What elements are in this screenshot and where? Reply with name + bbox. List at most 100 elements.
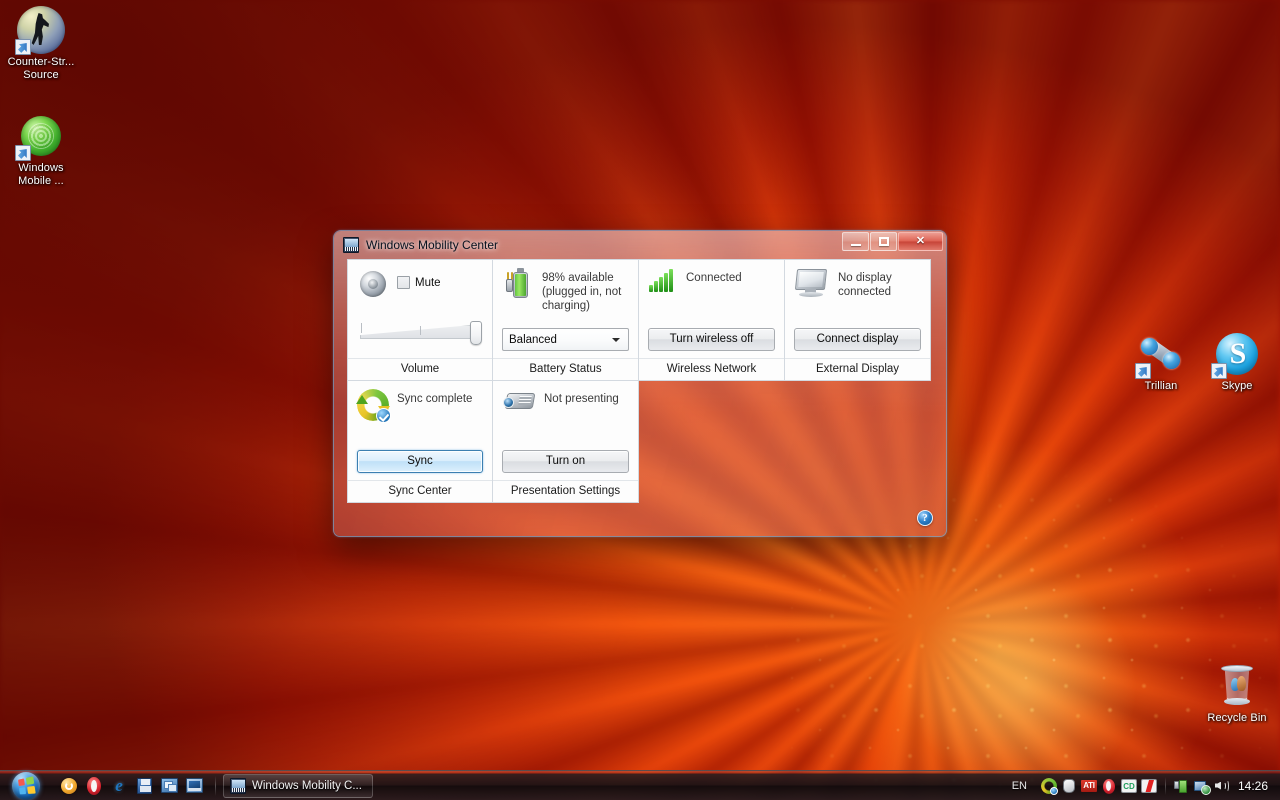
floppy-disk-icon bbox=[137, 777, 152, 794]
start-button[interactable] bbox=[0, 771, 52, 800]
volume-slider-track bbox=[360, 325, 472, 339]
sync-complete-icon bbox=[356, 389, 391, 423]
wireless-button-wrap[interactable]: Turn wireless off bbox=[648, 328, 775, 351]
windows-mobility-center-window[interactable]: Windows Mobility Center ✕ Mute Volume 98… bbox=[334, 231, 946, 536]
tile-external-display[interactable]: No display connected Connect display Ext… bbox=[785, 259, 931, 381]
wifi-signal-icon bbox=[648, 268, 678, 294]
language-indicator[interactable]: EN bbox=[1006, 780, 1039, 792]
volume-slider-thumb[interactable] bbox=[470, 321, 482, 345]
mute-checkbox-box[interactable] bbox=[397, 276, 410, 289]
power-plan-select[interactable]: Balanced bbox=[502, 328, 629, 351]
minimize-icon bbox=[850, 243, 861, 246]
clock[interactable]: 14:26 bbox=[1232, 779, 1276, 793]
mute-checkbox[interactable]: Mute bbox=[397, 268, 441, 289]
tile-presentation-settings[interactable]: Not presenting Turn on Presentation Sett… bbox=[493, 381, 639, 503]
cd-tool-icon: CD bbox=[1120, 778, 1137, 793]
tile-footer-volume[interactable]: Volume bbox=[348, 358, 492, 380]
presentation-head: Not presenting bbox=[502, 389, 629, 435]
desktop-icon-label: Recycle Bin bbox=[1207, 712, 1267, 724]
tray-sync-center[interactable] bbox=[1040, 777, 1058, 795]
window-title: Windows Mobility Center bbox=[366, 238, 499, 252]
sync-button[interactable]: Sync bbox=[357, 450, 483, 473]
opera-icon bbox=[87, 776, 101, 795]
help-button[interactable]: ? bbox=[917, 510, 933, 526]
power-plan-wrap[interactable]: Balanced bbox=[502, 328, 629, 351]
tile-volume[interactable]: Mute Volume bbox=[347, 259, 493, 381]
sync-button-wrap[interactable]: Sync bbox=[357, 450, 483, 473]
system-tray[interactable]: EN ATI CD 14:26 bbox=[1006, 776, 1280, 795]
desktop-icon-skype[interactable]: S Skype bbox=[1200, 330, 1274, 393]
presentation-button-wrap[interactable]: Turn on bbox=[502, 450, 629, 473]
tray-power[interactable] bbox=[1173, 777, 1191, 795]
shortcut-overlay-icon bbox=[15, 39, 31, 55]
volume-slider[interactable] bbox=[358, 317, 482, 347]
tray-volume[interactable] bbox=[1213, 777, 1231, 795]
maximize-icon bbox=[878, 237, 889, 246]
recycle-bin-icon bbox=[1213, 662, 1261, 710]
shortcut-overlay-icon bbox=[1211, 363, 1227, 379]
tile-footer-sync[interactable]: Sync Center bbox=[348, 480, 492, 502]
tile-battery-status[interactable]: 98% available (plugged in, not charging)… bbox=[493, 259, 639, 381]
volume-slider-wrap[interactable] bbox=[357, 317, 483, 351]
tile-footer-presentation[interactable]: Presentation Settings bbox=[493, 480, 638, 502]
turn-on-presentation-button[interactable]: Turn on bbox=[502, 450, 629, 473]
tray-bluetooth-mouse[interactable] bbox=[1060, 777, 1078, 795]
tile-footer-wireless[interactable]: Wireless Network bbox=[639, 358, 784, 380]
trillian-icon bbox=[1135, 330, 1185, 379]
desktop[interactable]: Counter-Str... Source Windows Mobile ...… bbox=[0, 0, 1280, 800]
tray-network[interactable] bbox=[1193, 777, 1211, 795]
mute-label: Mute bbox=[415, 276, 441, 289]
sync-status-text: Sync complete bbox=[397, 393, 473, 405]
desktop-icon-counter-strike-source[interactable]: Counter-Str... Source bbox=[4, 6, 78, 82]
taskbar[interactable]: e Windows Mobility C... EN ATI CD 14:26 bbox=[0, 770, 1280, 800]
tray-opera[interactable] bbox=[1100, 777, 1118, 795]
ql-opera[interactable] bbox=[83, 775, 105, 797]
connect-display-wrap[interactable]: Connect display bbox=[794, 328, 921, 351]
show-desktop-icon bbox=[186, 777, 203, 793]
maximize-button[interactable] bbox=[870, 232, 897, 251]
quick-launch-bar[interactable]: e bbox=[52, 775, 205, 797]
desktop-icon-trillian[interactable]: Trillian bbox=[1124, 330, 1198, 393]
ql-show-desktop-alt[interactable] bbox=[58, 775, 80, 797]
task-windows-mobility-center[interactable]: Windows Mobility C... bbox=[223, 773, 373, 798]
taskbar-task-list[interactable]: Windows Mobility C... bbox=[223, 773, 373, 798]
window-controls[interactable]: ✕ bbox=[842, 232, 943, 251]
tray-ati-catalyst[interactable]: ATI bbox=[1080, 777, 1098, 795]
monitor-icon bbox=[794, 268, 830, 298]
volume-head: Mute bbox=[357, 268, 483, 314]
tile-footer-battery[interactable]: Battery Status bbox=[493, 358, 638, 380]
volume-tick-min bbox=[361, 323, 362, 333]
tile-wireless-network[interactable]: Connected Turn wireless off Wireless Net… bbox=[639, 259, 785, 381]
tile-footer-display[interactable]: External Display bbox=[785, 358, 930, 380]
speaker-icon[interactable] bbox=[357, 268, 389, 300]
presentation-status-text: Not presenting bbox=[544, 393, 619, 405]
sync-head: Sync complete bbox=[356, 389, 483, 435]
desktop-icon-label: Windows Mobile ... bbox=[18, 162, 64, 187]
ql-internet-explorer[interactable]: e bbox=[108, 775, 130, 797]
chevron-down-icon bbox=[612, 337, 620, 342]
connect-display-button[interactable]: Connect display bbox=[794, 328, 921, 351]
windows-orb-icon bbox=[12, 771, 40, 800]
shortcut-overlay-icon bbox=[1135, 363, 1151, 379]
tray-safely-remove[interactable] bbox=[1140, 777, 1158, 795]
tray-cd-tool[interactable]: CD bbox=[1120, 777, 1138, 795]
windows-mobile-icon bbox=[15, 112, 65, 161]
hand-cursor-icon bbox=[1062, 778, 1075, 793]
desktop-icon-windows-mobile[interactable]: Windows Mobile ... bbox=[4, 112, 78, 188]
desktop-icon-recycle-bin[interactable]: Recycle Bin bbox=[1200, 662, 1274, 725]
close-button[interactable]: ✕ bbox=[898, 232, 943, 251]
wireless-status-text: Connected bbox=[686, 272, 742, 284]
shortcut-overlay-icon bbox=[15, 145, 31, 161]
ql-show-desktop[interactable] bbox=[183, 775, 205, 797]
opera-icon bbox=[1102, 778, 1115, 794]
tray-separator bbox=[1164, 776, 1166, 795]
tile-sync-center[interactable]: Sync complete Sync Sync Center bbox=[347, 381, 493, 503]
turn-wireless-off-button[interactable]: Turn wireless off bbox=[648, 328, 775, 351]
ql-save[interactable] bbox=[133, 775, 155, 797]
power-plan-value: Balanced bbox=[509, 333, 557, 346]
ql-switch-windows[interactable] bbox=[158, 775, 180, 797]
minimize-button[interactable] bbox=[842, 232, 869, 251]
mobility-center-icon bbox=[230, 777, 246, 794]
wireless-head: Connected bbox=[648, 268, 775, 314]
switch-windows-icon bbox=[161, 777, 178, 793]
